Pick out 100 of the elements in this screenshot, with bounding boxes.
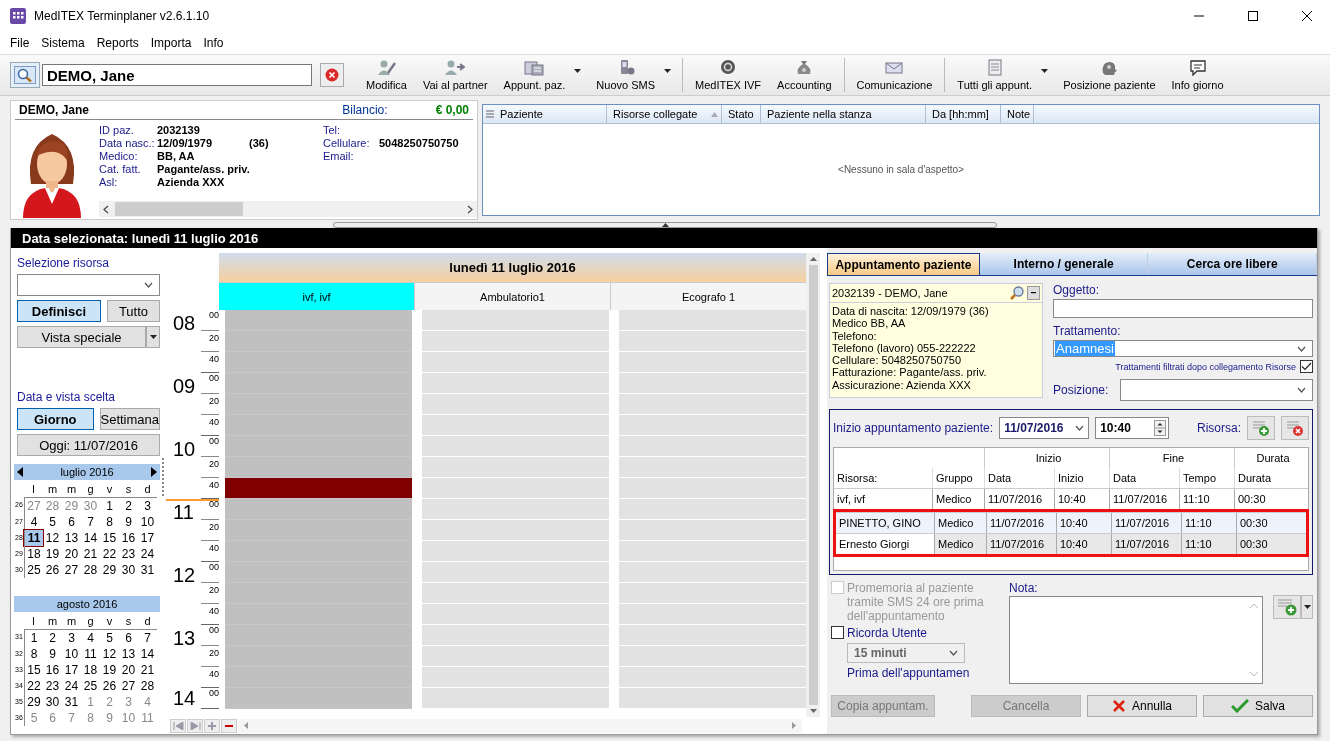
action-button[interactable]: Annulla (1087, 695, 1197, 717)
calendar-day[interactable]: 23 (43, 678, 62, 694)
calendar-day[interactable]: 1 (100, 497, 119, 514)
time-slot[interactable] (225, 310, 412, 331)
calendar-day[interactable]: 20 (62, 546, 81, 562)
calendar-day[interactable]: 10 (62, 646, 81, 662)
calendar-day[interactable]: 12 (43, 530, 62, 546)
calendar-day[interactable]: 18 (81, 662, 100, 678)
next-month-button[interactable] (151, 467, 158, 477)
time-slot[interactable] (225, 604, 412, 625)
action-button[interactable]: Salva (1203, 695, 1313, 717)
column-header[interactable]: Durata (1234, 468, 1308, 488)
calendar-day[interactable]: 24 (138, 546, 157, 562)
menu-item[interactable]: Info (197, 36, 230, 50)
toolbar-button[interactable]: Nuovo SMS (588, 58, 679, 92)
calendar-day[interactable]: 21 (81, 546, 100, 562)
calendar-day[interactable]: 9 (100, 710, 119, 726)
calendar-day[interactable]: 9 (119, 514, 138, 530)
calendar-day[interactable]: 22 (100, 546, 119, 562)
checkbox[interactable] (831, 626, 844, 639)
calendar-day[interactable]: 1 (24, 629, 43, 646)
toggle-button[interactable]: Settimana (99, 408, 161, 430)
column-header[interactable]: Risorse collegate (610, 105, 722, 123)
resource-column-header[interactable]: ivf, ivf (219, 283, 414, 310)
calendar-day[interactable]: 3 (119, 694, 138, 710)
toolbar-button[interactable]: MedITEX IVF (682, 58, 770, 92)
remove-resource-button[interactable] (1281, 416, 1309, 440)
time-slot[interactable] (225, 541, 412, 562)
calendar-day[interactable]: 31 (138, 562, 157, 578)
calendar-day[interactable]: 11 (24, 530, 43, 546)
calendar-day[interactable]: 23 (119, 546, 138, 562)
calendar-day[interactable]: 6 (119, 629, 138, 646)
menu-item[interactable]: File (4, 36, 36, 50)
time-slot[interactable] (225, 415, 412, 436)
toolbar-button[interactable]: Info giorno (1163, 58, 1232, 92)
time-slot[interactable] (225, 352, 412, 373)
calendar-day[interactable]: 6 (43, 710, 62, 726)
calendar-day[interactable]: 8 (100, 514, 119, 530)
calendar-day[interactable]: 15 (100, 530, 119, 546)
search-button[interactable] (10, 62, 40, 88)
clear-button[interactable] (320, 63, 344, 87)
toolbar-button[interactable]: Accounting (769, 58, 840, 92)
appointment-block[interactable] (225, 478, 412, 499)
toolbar-button[interactable]: Tutti gli appunt. (944, 58, 1056, 92)
position-dropdown[interactable] (1120, 379, 1313, 401)
calendar-day[interactable]: 13 (62, 530, 81, 546)
calendar-day[interactable]: 13 (119, 646, 138, 662)
calendar-day[interactable]: 27 (119, 678, 138, 694)
calendar-day[interactable]: 2 (43, 629, 62, 646)
calendar-day[interactable]: 2 (100, 694, 119, 710)
toggle-button[interactable]: Definisci (17, 300, 101, 322)
time-slot[interactable] (225, 331, 412, 352)
time-slot[interactable] (225, 646, 412, 667)
checkbox[interactable] (1300, 360, 1313, 373)
time-slot[interactable] (225, 625, 412, 646)
column-header[interactable]: Paziente (497, 105, 607, 123)
calendar-day[interactable]: 7 (138, 629, 157, 646)
calendar-day[interactable]: 6 (62, 514, 81, 530)
calendar-day[interactable]: 14 (81, 530, 100, 546)
menu-item[interactable]: Reports (90, 36, 145, 50)
calendar-day[interactable]: 28 (138, 678, 157, 694)
calendar-day[interactable]: 1 (81, 694, 100, 710)
add-button[interactable] (204, 718, 220, 733)
toolbar-button[interactable]: Appunt. paz. (495, 58, 589, 92)
splitter-handle[interactable] (333, 222, 997, 228)
calendar-day[interactable]: 26 (43, 562, 62, 578)
today-button[interactable]: Oggi: 11/07/2016 (17, 434, 161, 456)
calendar-day[interactable]: 19 (100, 662, 119, 678)
resource-column-header[interactable]: Ambulatorio1 (415, 283, 610, 310)
calendar-day[interactable]: 24 (62, 678, 81, 694)
time-slot[interactable] (225, 373, 412, 394)
calendar-day[interactable]: 30 (119, 562, 138, 578)
resource-dropdown[interactable] (17, 274, 161, 296)
calendar-day[interactable]: 29 (100, 562, 119, 578)
calendar-day[interactable]: 27 (62, 562, 81, 578)
calendar-day[interactable]: 3 (138, 497, 157, 514)
calendar-day[interactable]: 21 (138, 662, 157, 678)
calendar-day[interactable]: 10 (119, 710, 138, 726)
calendar-day[interactable]: 14 (138, 646, 157, 662)
column-header[interactable]: Paziente nella stanza (764, 105, 926, 123)
scrollbar[interactable] (238, 718, 802, 733)
column-header[interactable]: Data (984, 468, 1054, 488)
special-view-button[interactable]: Vista speciale (17, 326, 147, 348)
previous-month-button[interactable] (17, 467, 23, 477)
calendar-day[interactable]: 17 (138, 530, 157, 546)
resource-column-header[interactable]: Ecografo 1 (611, 283, 806, 310)
toolbar-button[interactable]: Modifica (358, 58, 415, 92)
time-slot[interactable] (225, 562, 412, 583)
calendar-day[interactable]: 20 (119, 662, 138, 678)
calendar-day[interactable]: 29 (62, 497, 81, 514)
tab[interactable]: Cerca ore libere (1148, 253, 1317, 275)
calendar-day[interactable]: 3 (62, 629, 81, 646)
calendar-day[interactable]: 19 (43, 546, 62, 562)
splitter-grip[interactable] (161, 458, 165, 496)
calendar-day[interactable]: 16 (119, 530, 138, 546)
calendar-day[interactable]: 22 (24, 678, 43, 694)
menu-item[interactable]: Sistema (35, 36, 91, 50)
column-header[interactable]: Risorsa: (834, 468, 932, 488)
calendar-day[interactable]: 7 (62, 710, 81, 726)
time-slot[interactable] (225, 520, 412, 541)
